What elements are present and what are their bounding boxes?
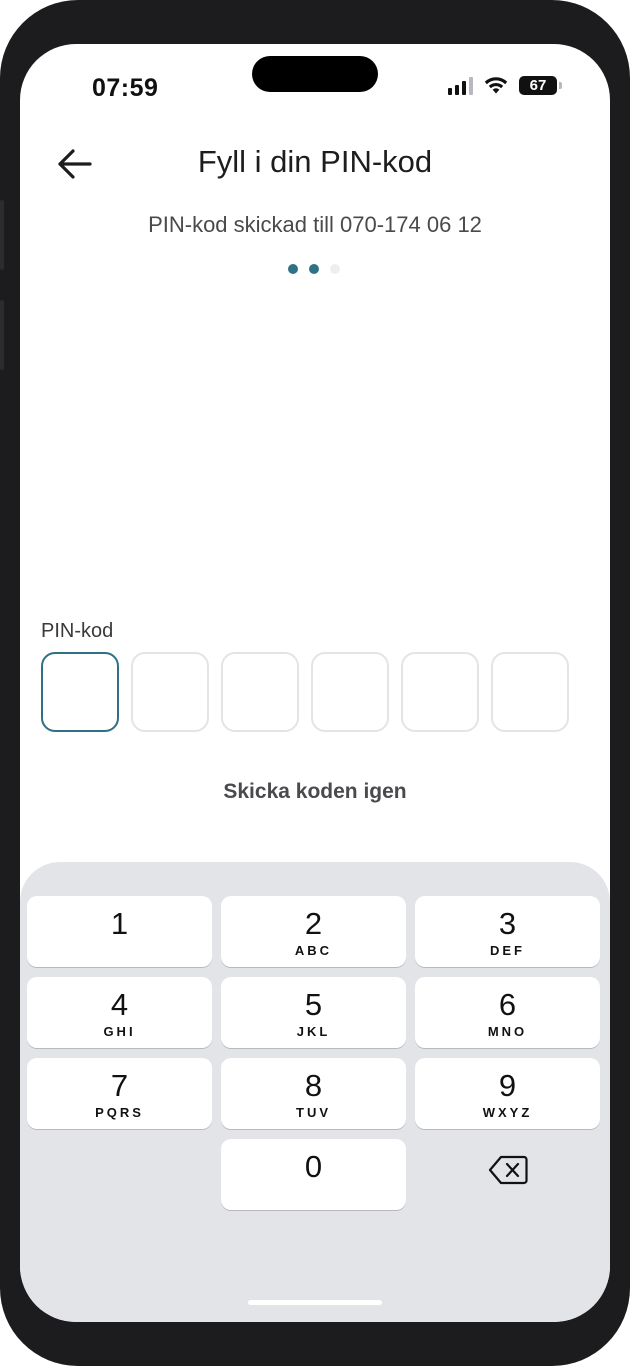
key-digit: 1 — [110, 906, 129, 941]
progress-dot — [330, 264, 340, 274]
progress-dot — [309, 264, 319, 274]
key-digit: 2 — [304, 906, 323, 941]
pin-digit-box[interactable] — [401, 652, 479, 732]
key-7[interactable]: 7 PQRS — [27, 1058, 212, 1129]
pin-digit-box[interactable] — [131, 652, 209, 732]
cellular-signal-icon — [448, 76, 473, 95]
pin-digit-box[interactable] — [491, 652, 569, 732]
key-digit: 6 — [498, 987, 517, 1022]
pin-label: PIN-kod — [41, 620, 114, 642]
dynamic-island — [252, 56, 378, 92]
delete-key[interactable] — [458, 1142, 558, 1198]
key-letters: GHI — [103, 1024, 136, 1039]
key-8[interactable]: 8 TUV — [221, 1058, 406, 1129]
pin-sent-info: PIN-kod skickad till 070-174 06 12 — [148, 212, 482, 237]
key-digit: 9 — [498, 1068, 517, 1103]
key-digit: 4 — [110, 987, 129, 1022]
volume-down-button — [0, 300, 4, 370]
status-icons: 67 — [448, 76, 562, 95]
status-time: 07:59 — [92, 74, 159, 102]
key-1[interactable]: 1 — [27, 896, 212, 967]
pin-digit-box[interactable] — [311, 652, 389, 732]
backspace-icon — [488, 1155, 528, 1185]
battery-level: 67 — [519, 76, 557, 95]
key-6[interactable]: 6 MNO — [415, 977, 600, 1048]
key-digit: 0 — [304, 1149, 323, 1184]
phone-frame: 07:59 67 Fyll i din PIN-kod PIN-kod skic… — [0, 0, 630, 1366]
key-0[interactable]: 0 — [221, 1139, 406, 1210]
key-letters: DEF — [490, 943, 525, 958]
key-digit: 5 — [304, 987, 323, 1022]
key-letters: JKL — [296, 1024, 331, 1039]
key-letters: ABC — [294, 943, 333, 958]
volume-up-button — [0, 200, 4, 270]
key-digit: 8 — [304, 1068, 323, 1103]
wifi-icon — [484, 77, 508, 94]
key-3[interactable]: 3 DEF — [415, 896, 600, 967]
pin-code-input[interactable] — [41, 652, 569, 732]
key-5[interactable]: 5 JKL — [221, 977, 406, 1048]
step-progress-dots — [288, 264, 340, 274]
battery-icon: 67 — [519, 76, 562, 95]
pin-digit-box[interactable] — [221, 652, 299, 732]
key-letters: TUV — [296, 1105, 331, 1120]
pin-digit-box[interactable] — [41, 652, 119, 732]
key-digit: 3 — [498, 906, 517, 941]
progress-dot — [288, 264, 298, 274]
page-title: Fyll i din PIN-kod — [197, 144, 433, 179]
key-2[interactable]: 2 ABC — [221, 896, 406, 967]
resend-code-link[interactable]: Skicka koden igen — [20, 780, 610, 804]
screen: 07:59 67 Fyll i din PIN-kod PIN-kod skic… — [20, 44, 610, 1322]
key-letters: PQRS — [95, 1105, 144, 1120]
home-indicator — [248, 1300, 382, 1305]
key-digit: 7 — [110, 1068, 129, 1103]
key-letters: WXYZ — [482, 1105, 533, 1120]
key-9[interactable]: 9 WXYZ — [415, 1058, 600, 1129]
key-letters: MNO — [487, 1024, 528, 1039]
key-4[interactable]: 4 GHI — [27, 977, 212, 1048]
